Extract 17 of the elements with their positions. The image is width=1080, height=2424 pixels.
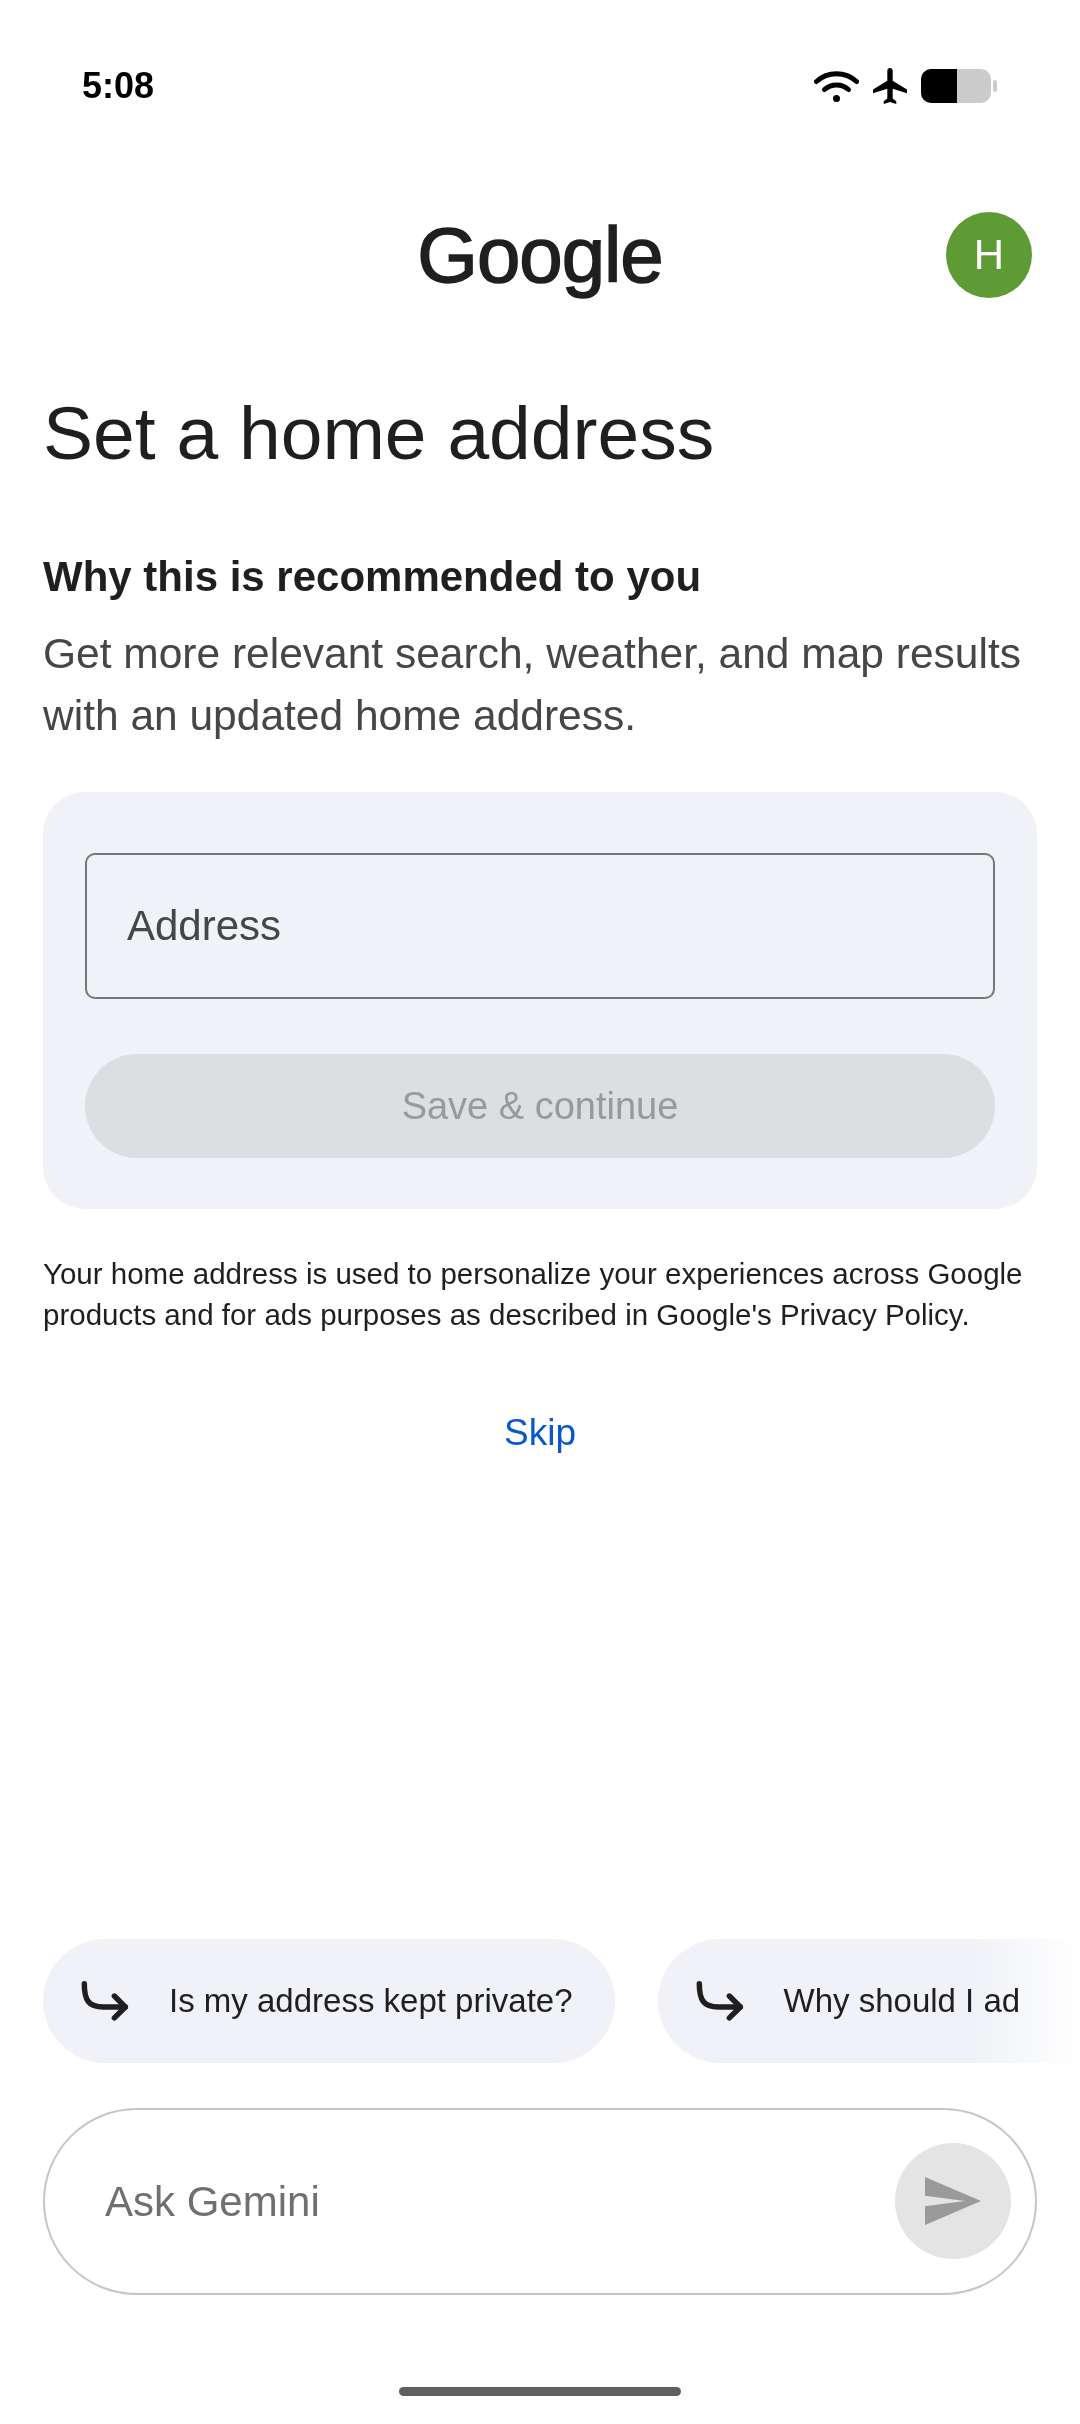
address-field[interactable]: Address [85,853,995,999]
page-title: Set a home address [43,391,716,475]
ask-field[interactable]: Ask Gemini [43,2108,1037,2295]
status-time: 5:08 [82,65,155,107]
section-heading: Why this is recommended to you [43,552,703,602]
logo-wordmark: Google [417,209,663,301]
wifi-icon [814,70,859,102]
battery-icon [921,69,997,103]
send-icon [925,2177,981,2225]
privacy-note: Your home address is used to personalize your experiences across Google products and for ads purposes as described in Google's Privacy Policy. [43,1256,1024,1333]
suggestion-chip[interactable]: Is my address kept private? [43,1939,615,2063]
account-avatar[interactable]: H [946,212,1032,298]
skip-link[interactable]: Skip [504,1408,576,1458]
airplane-icon [873,68,907,104]
description-text: Get more relevant search, weather, and map results with an updated home address. [43,629,1022,741]
reply-arrow-icon [80,1980,131,2022]
reply-arrow-icon [694,1980,746,2022]
